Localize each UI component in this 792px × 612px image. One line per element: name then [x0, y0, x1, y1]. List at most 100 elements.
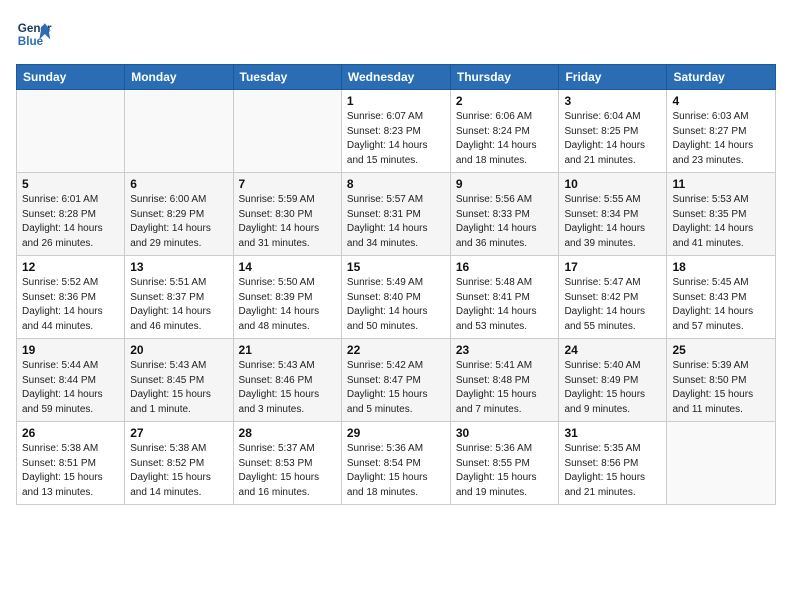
day-info: Sunrise: 5:36 AMSunset: 8:55 PMDaylight:…	[456, 442, 554, 500]
calendar-cell	[233, 90, 341, 173]
day-info: Sunrise: 5:55 AMSunset: 8:34 PMDaylight:…	[564, 193, 661, 251]
day-info: Sunrise: 6:04 AMSunset: 8:25 PMDaylight:…	[564, 110, 661, 168]
day-info: Sunrise: 6:06 AMSunset: 8:24 PMDaylight:…	[456, 110, 554, 168]
day-info: Sunrise: 6:07 AMSunset: 8:23 PMDaylight:…	[347, 110, 445, 168]
day-number: 27	[130, 426, 227, 440]
day-number: 13	[130, 260, 227, 274]
calendar-cell: 22 Sunrise: 5:42 AMSunset: 8:47 PMDayligh…	[341, 339, 450, 422]
calendar-cell: 31Sunrise: 5:35 AMSunset: 8:56 PMDayligh…	[559, 422, 667, 505]
week-row-4: 19 Sunrise: 5:44 AMSunset: 8:44 PMDayligh…	[17, 339, 776, 422]
calendar-cell: 13 Sunrise: 5:51 AMSunset: 8:37 PMDayligh…	[125, 256, 233, 339]
day-number: 18	[672, 260, 770, 274]
day-info: Sunrise: 6:00 AMSunset: 8:29 PMDaylight:…	[130, 193, 227, 251]
day-info: Sunrise: 5:37 AMSunset: 8:53 PMDaylight:…	[239, 442, 336, 500]
calendar-cell: 12 Sunrise: 5:52 AMSunset: 8:36 PMDayligh…	[17, 256, 125, 339]
calendar-cell: 15 Sunrise: 5:49 AMSunset: 8:40 PMDayligh…	[341, 256, 450, 339]
day-number: 9	[456, 177, 554, 191]
calendar-cell	[667, 422, 776, 505]
week-row-5: 26 Sunrise: 5:38 AMSunset: 8:51 PMDayligh…	[17, 422, 776, 505]
day-info: Sunrise: 5:39 AMSunset: 8:50 PMDaylight:…	[672, 359, 770, 417]
day-info: Sunrise: 5:41 AMSunset: 8:48 PMDaylight:…	[456, 359, 554, 417]
day-number: 2	[456, 94, 554, 108]
day-number: 6	[130, 177, 227, 191]
svg-text:Blue: Blue	[18, 35, 44, 48]
day-info: Sunrise: 5:56 AMSunset: 8:33 PMDaylight:…	[456, 193, 554, 251]
day-number: 23	[456, 343, 554, 357]
day-number: 29	[347, 426, 445, 440]
day-header-saturday: Saturday	[667, 65, 776, 90]
day-number: 1	[347, 94, 445, 108]
calendar-cell: 6 Sunrise: 6:00 AMSunset: 8:29 PMDaylight…	[125, 173, 233, 256]
calendar-cell: 19 Sunrise: 5:44 AMSunset: 8:44 PMDayligh…	[17, 339, 125, 422]
calendar-cell: 1 Sunrise: 6:07 AMSunset: 8:23 PMDaylight…	[341, 90, 450, 173]
day-number: 11	[672, 177, 770, 191]
day-info: Sunrise: 5:49 AMSunset: 8:40 PMDaylight:…	[347, 276, 445, 334]
day-info: Sunrise: 5:38 AMSunset: 8:52 PMDaylight:…	[130, 442, 227, 500]
calendar-cell: 28 Sunrise: 5:37 AMSunset: 8:53 PMDayligh…	[233, 422, 341, 505]
day-number: 28	[239, 426, 336, 440]
day-number: 26	[22, 426, 119, 440]
calendar-cell: 29 Sunrise: 5:36 AMSunset: 8:54 PMDayligh…	[341, 422, 450, 505]
calendar-cell: 8Sunrise: 5:57 AMSunset: 8:31 PMDaylight…	[341, 173, 450, 256]
day-info: Sunrise: 5:43 AMSunset: 8:45 PMDaylight:…	[130, 359, 227, 417]
day-number: 22	[347, 343, 445, 357]
day-number: 30	[456, 426, 554, 440]
calendar-cell: 26 Sunrise: 5:38 AMSunset: 8:51 PMDayligh…	[17, 422, 125, 505]
day-number: 7	[239, 177, 336, 191]
day-header-sunday: Sunday	[17, 65, 125, 90]
day-header-friday: Friday	[559, 65, 667, 90]
page-header: General Blue	[16, 16, 776, 52]
day-header-thursday: Thursday	[450, 65, 559, 90]
calendar-cell: 10 Sunrise: 5:55 AMSunset: 8:34 PMDayligh…	[559, 173, 667, 256]
day-info: Sunrise: 5:52 AMSunset: 8:36 PMDaylight:…	[22, 276, 119, 334]
calendar-table: SundayMondayTuesdayWednesdayThursdayFrid…	[16, 64, 776, 505]
day-info: Sunrise: 5:53 AMSunset: 8:35 PMDaylight:…	[672, 193, 770, 251]
day-number: 24	[564, 343, 661, 357]
calendar-cell: 14Sunrise: 5:50 AMSunset: 8:39 PMDayligh…	[233, 256, 341, 339]
day-info: Sunrise: 5:51 AMSunset: 8:37 PMDaylight:…	[130, 276, 227, 334]
day-number: 31	[564, 426, 661, 440]
calendar-cell: 30 Sunrise: 5:36 AMSunset: 8:55 PMDayligh…	[450, 422, 559, 505]
day-number: 12	[22, 260, 119, 274]
calendar-cell: 20 Sunrise: 5:43 AMSunset: 8:45 PMDayligh…	[125, 339, 233, 422]
week-row-3: 12 Sunrise: 5:52 AMSunset: 8:36 PMDayligh…	[17, 256, 776, 339]
calendar-cell: 11 Sunrise: 5:53 AMSunset: 8:35 PMDayligh…	[667, 173, 776, 256]
day-number: 14	[239, 260, 336, 274]
day-info: Sunrise: 5:38 AMSunset: 8:51 PMDaylight:…	[22, 442, 119, 500]
day-info: Sunrise: 5:44 AMSunset: 8:44 PMDaylight:…	[22, 359, 119, 417]
calendar-cell: 9 Sunrise: 5:56 AMSunset: 8:33 PMDaylight…	[450, 173, 559, 256]
day-info: Sunrise: 5:59 AMSunset: 8:30 PMDaylight:…	[239, 193, 336, 251]
day-header-wednesday: Wednesday	[341, 65, 450, 90]
day-number: 20	[130, 343, 227, 357]
calendar-cell: 17Sunrise: 5:47 AMSunset: 8:42 PMDayligh…	[559, 256, 667, 339]
day-number: 15	[347, 260, 445, 274]
calendar-cell: 3 Sunrise: 6:04 AMSunset: 8:25 PMDaylight…	[559, 90, 667, 173]
calendar-cell	[125, 90, 233, 173]
calendar-cell: 25 Sunrise: 5:39 AMSunset: 8:50 PMDayligh…	[667, 339, 776, 422]
calendar-cell: 18Sunrise: 5:45 AMSunset: 8:43 PMDayligh…	[667, 256, 776, 339]
calendar-cell: 16 Sunrise: 5:48 AMSunset: 8:41 PMDayligh…	[450, 256, 559, 339]
day-info: Sunrise: 5:40 AMSunset: 8:49 PMDaylight:…	[564, 359, 661, 417]
calendar-cell: 4Sunrise: 6:03 AMSunset: 8:27 PMDaylight…	[667, 90, 776, 173]
day-info: Sunrise: 5:42 AMSunset: 8:47 PMDaylight:…	[347, 359, 445, 417]
day-info: Sunrise: 5:36 AMSunset: 8:54 PMDaylight:…	[347, 442, 445, 500]
day-info: Sunrise: 5:48 AMSunset: 8:41 PMDaylight:…	[456, 276, 554, 334]
day-number: 25	[672, 343, 770, 357]
day-number: 17	[564, 260, 661, 274]
week-row-1: 1 Sunrise: 6:07 AMSunset: 8:23 PMDaylight…	[17, 90, 776, 173]
day-info: Sunrise: 5:43 AMSunset: 8:46 PMDaylight:…	[239, 359, 336, 417]
day-number: 4	[672, 94, 770, 108]
calendar-cell	[17, 90, 125, 173]
calendar-cell: 27 Sunrise: 5:38 AMSunset: 8:52 PMDayligh…	[125, 422, 233, 505]
day-number: 19	[22, 343, 119, 357]
calendar-header: SundayMondayTuesdayWednesdayThursdayFrid…	[17, 65, 776, 90]
logo-icon: General Blue	[16, 16, 52, 52]
calendar-cell: 24 Sunrise: 5:40 AMSunset: 8:49 PMDayligh…	[559, 339, 667, 422]
day-number: 3	[564, 94, 661, 108]
calendar-cell: 2 Sunrise: 6:06 AMSunset: 8:24 PMDaylight…	[450, 90, 559, 173]
day-number: 10	[564, 177, 661, 191]
day-info: Sunrise: 5:57 AMSunset: 8:31 PMDaylight:…	[347, 193, 445, 251]
day-number: 16	[456, 260, 554, 274]
day-number: 21	[239, 343, 336, 357]
day-number: 5	[22, 177, 119, 191]
